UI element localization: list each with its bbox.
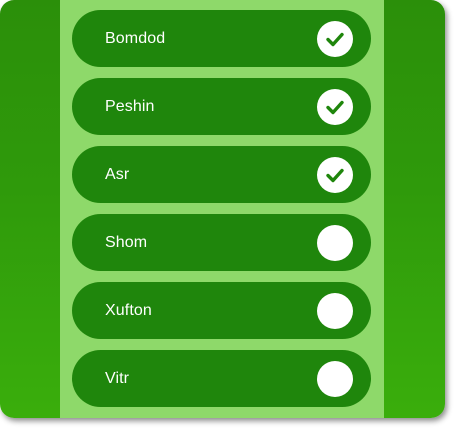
checkmark-icon xyxy=(326,100,344,114)
prayer-checkbox[interactable] xyxy=(317,156,353,193)
app-frame: Bomdod Peshin Asr Shom Xufton Vitr xyxy=(0,0,445,418)
prayer-row-shom[interactable]: Shom xyxy=(72,214,371,271)
prayer-checkbox[interactable] xyxy=(317,292,353,329)
prayer-list-panel: Bomdod Peshin Asr Shom Xufton Vitr xyxy=(60,0,384,418)
prayer-checkbox[interactable] xyxy=(317,20,353,57)
prayer-label: Bomdod xyxy=(105,29,166,47)
prayer-row-peshin[interactable]: Peshin xyxy=(72,78,371,135)
prayer-row-asr[interactable]: Asr xyxy=(72,146,371,203)
prayer-label: Xufton xyxy=(105,301,152,319)
prayer-label: Vitr xyxy=(105,369,130,387)
prayer-label: Shom xyxy=(105,233,148,251)
prayer-row-bomdod[interactable]: Bomdod xyxy=(72,10,371,67)
prayer-checkbox[interactable] xyxy=(317,224,353,261)
prayer-row-vitr[interactable]: Vitr xyxy=(72,350,371,407)
prayer-label: Asr xyxy=(105,165,130,183)
prayer-checkbox[interactable] xyxy=(317,360,353,397)
checkmark-icon xyxy=(326,168,344,182)
prayer-label: Peshin xyxy=(105,97,155,115)
prayer-row-xufton[interactable]: Xufton xyxy=(72,282,371,339)
prayer-list: Bomdod Peshin Asr Shom Xufton Vitr xyxy=(72,10,371,418)
prayer-checkbox[interactable] xyxy=(317,88,353,125)
checkmark-icon xyxy=(326,32,344,46)
